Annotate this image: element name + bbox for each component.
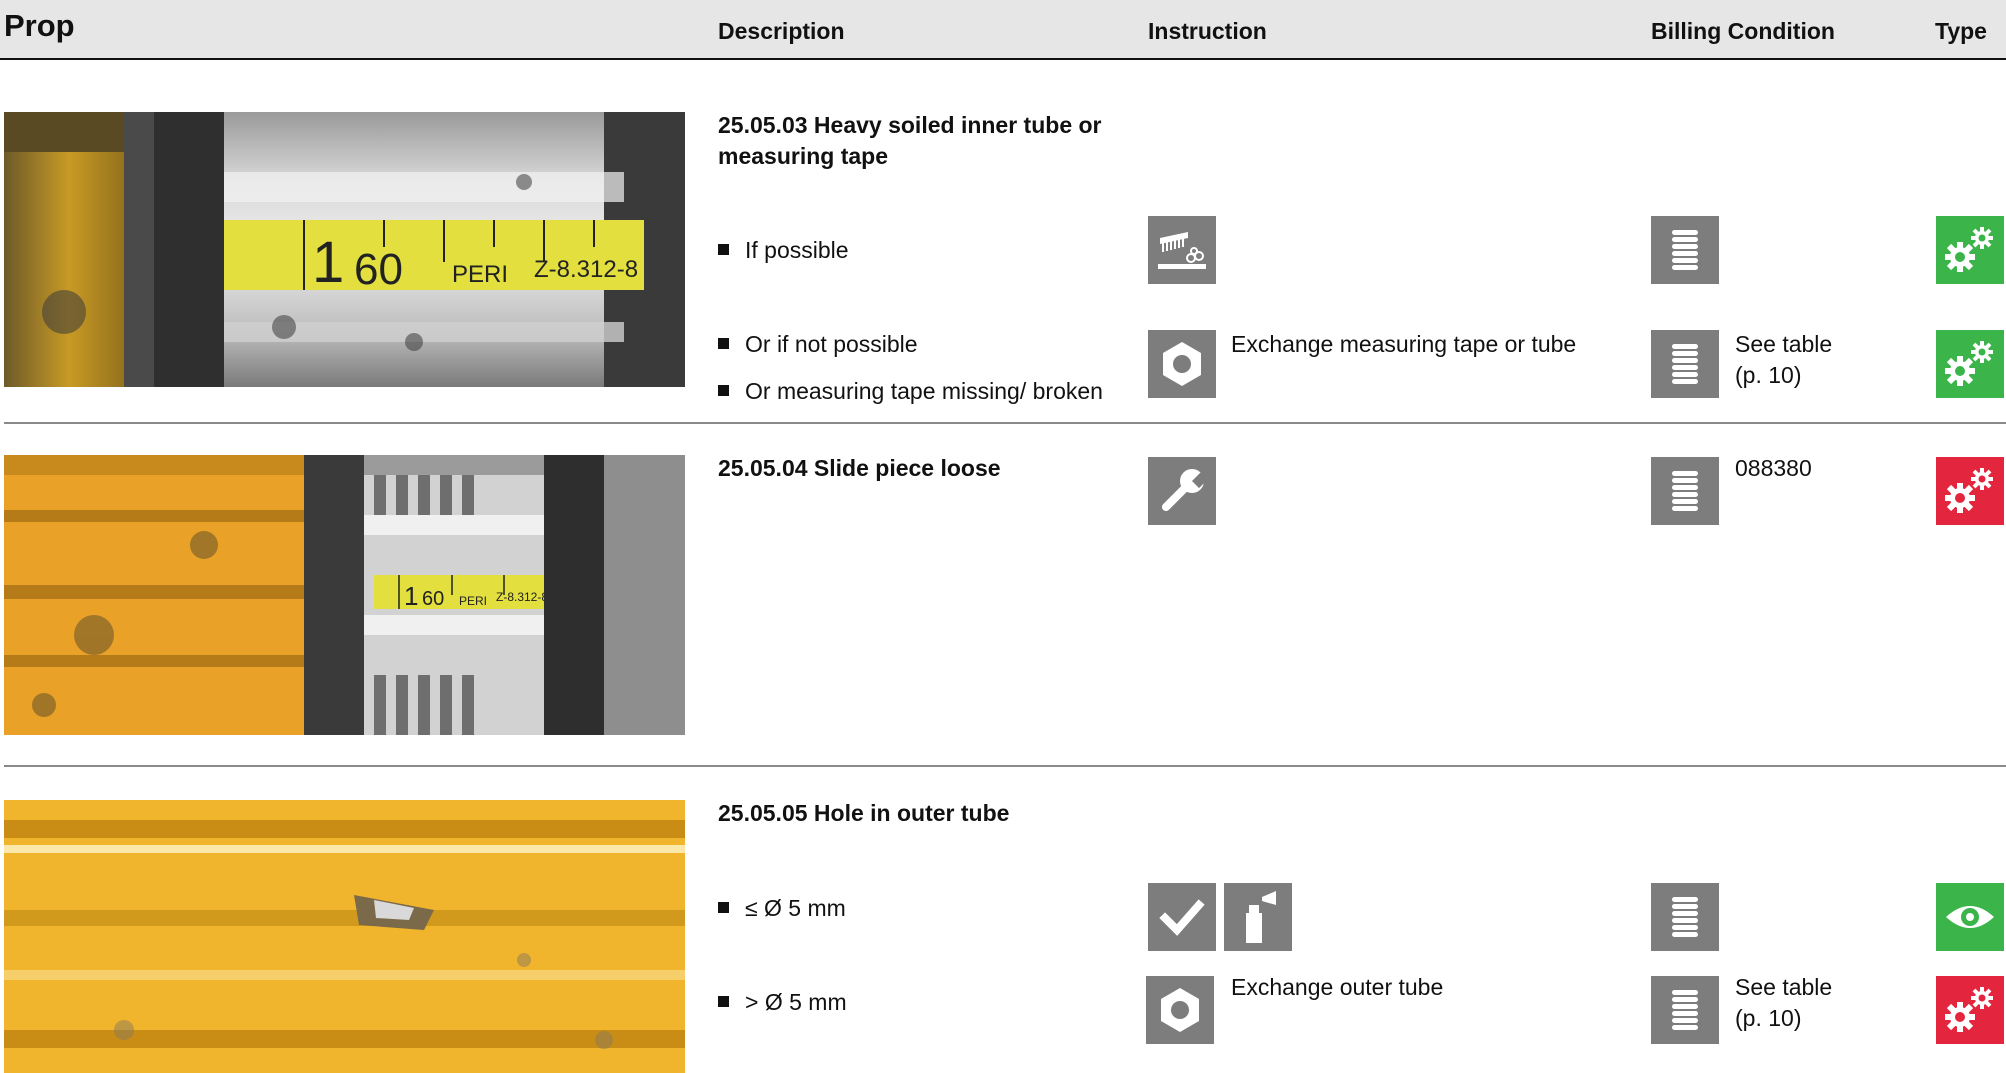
- billing-text: See table: [1735, 974, 1833, 1000]
- cleaning-icon: [1148, 216, 1216, 284]
- tape-brand: PERI: [452, 261, 508, 288]
- condition-if-possible: If possible: [718, 235, 849, 266]
- gears-icon: [1936, 457, 2004, 525]
- header-type: Type: [1935, 18, 1987, 44]
- eye-icon: [1936, 883, 2004, 951]
- billing-text: See table: [1735, 331, 1833, 357]
- tape-code: Z-8.312-8: [496, 590, 548, 604]
- bullet-square: [718, 244, 729, 256]
- condition-or-if-not-possible: Or if not possible: [718, 329, 918, 360]
- billing-page-ref: (p. 10): [1735, 1005, 1802, 1031]
- photo-slide-piece-loose: 1 60 PERI Z-8.312-8: [4, 455, 685, 735]
- bullet-square: [718, 385, 729, 397]
- tape-brand: PERI: [459, 594, 487, 608]
- gears-icon: [1936, 976, 2004, 1044]
- instruction-exchange-outer-tube: Exchange outer tube: [1231, 974, 1444, 1000]
- billing-article-number: 088380: [1735, 455, 1812, 481]
- billing-see-table: See table (p. 10): [1735, 329, 1832, 391]
- condition-text: > Ø 5 mm: [745, 989, 847, 1015]
- condition-large-hole: > Ø 5 mm: [718, 987, 847, 1018]
- instruction-exchange-tape: Exchange measuring tape or tube: [1231, 331, 1577, 357]
- table-header: Prop Description Instruction Billing Con…: [0, 0, 2006, 60]
- photo-hole-in-outer-tube: [4, 800, 685, 1073]
- header-description: Description: [718, 18, 845, 44]
- tape-value: 60: [354, 245, 403, 294]
- row-divider: [4, 765, 2006, 767]
- gears-icon: [1936, 216, 2004, 284]
- coin-stack-icon: [1651, 330, 1719, 398]
- header-prop: Prop: [4, 8, 75, 43]
- coin-stack-icon: [1651, 976, 1719, 1044]
- tape-code: Z-8.312-8: [534, 256, 638, 283]
- spray-can-icon: [1224, 883, 1292, 951]
- condition-text: ≤ Ø 5 mm: [745, 895, 846, 921]
- coin-stack-icon: [1651, 457, 1719, 525]
- condition-text: If possible: [745, 237, 849, 263]
- wrench-icon: [1148, 457, 1216, 525]
- bullet-square: [718, 338, 729, 350]
- row-title-hole-outer-tube: 25.05.05 Hole in outer tube: [718, 800, 1010, 826]
- tape-number: 1: [404, 581, 418, 611]
- bullet-square: [718, 902, 729, 914]
- nut-icon: [1148, 330, 1216, 398]
- billing-page-ref: (p. 10): [1735, 362, 1802, 388]
- checkmark-icon: [1148, 883, 1216, 951]
- header-instruction: Instruction: [1148, 18, 1267, 44]
- condition-small-hole: ≤ Ø 5 mm: [718, 893, 846, 924]
- header-billing-condition: Billing Condition: [1651, 18, 1835, 44]
- coin-stack-icon: [1651, 883, 1719, 951]
- condition-text: Or measuring tape missing/ broken: [745, 378, 1103, 404]
- condition-tape-missing: Or measuring tape missing/ broken: [718, 376, 1103, 407]
- row-divider: [4, 422, 2006, 424]
- gears-icon: [1936, 330, 2004, 398]
- nut-icon: [1146, 976, 1214, 1044]
- coin-stack-icon: [1651, 216, 1719, 284]
- tape-value: 60: [422, 588, 444, 610]
- photo-heavy-soiled-tube: 1 60 PERI Z-8.312-8: [4, 112, 685, 387]
- row-title-heavy-soiled: 25.05.03 Heavy soiled inner tube or meas…: [718, 112, 1102, 169]
- billing-see-table: See table (p. 10): [1735, 972, 1832, 1034]
- bullet-square: [718, 996, 729, 1008]
- tape-number: 1: [312, 230, 344, 295]
- condition-text: Or if not possible: [745, 331, 918, 357]
- row-title-slide-piece-loose: 25.05.04 Slide piece loose: [718, 455, 1001, 481]
